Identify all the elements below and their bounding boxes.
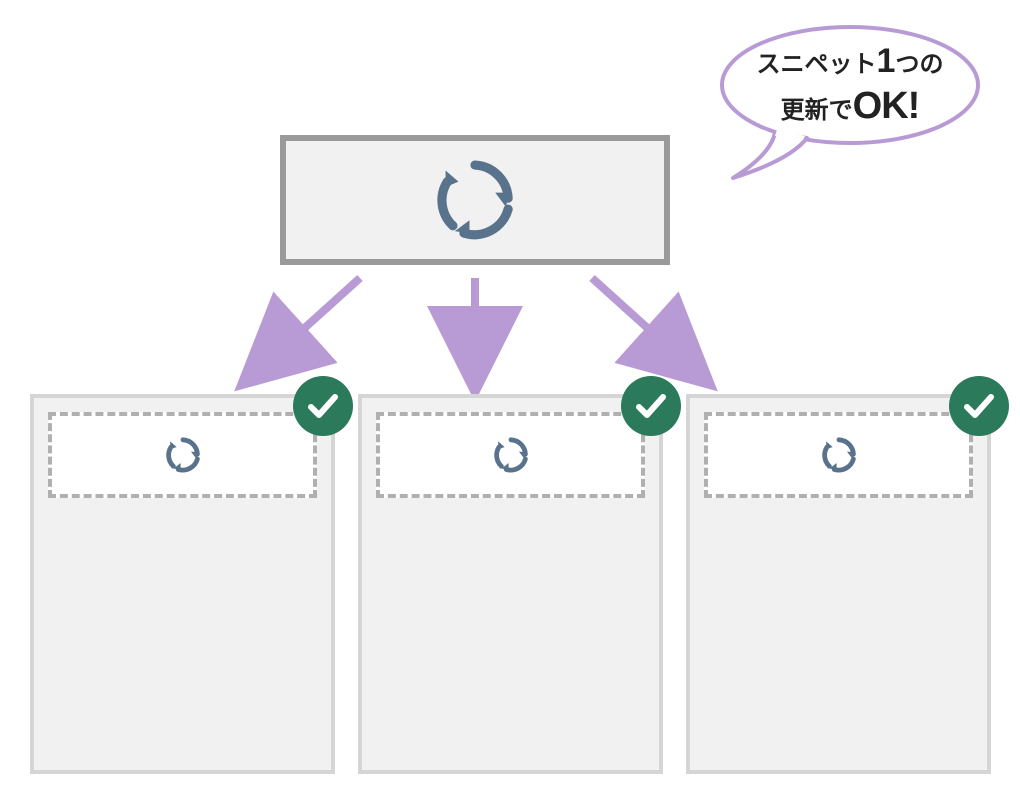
check-icon xyxy=(305,388,341,424)
check-icon xyxy=(961,388,997,424)
recycle-icon xyxy=(163,435,203,475)
child-snippet-region xyxy=(376,412,645,498)
check-badge xyxy=(621,376,681,436)
child-snippet-region xyxy=(704,412,973,498)
child-page xyxy=(686,394,991,774)
child-page xyxy=(358,394,663,774)
child-snippet-region xyxy=(48,412,317,498)
check-icon xyxy=(633,388,669,424)
check-badge xyxy=(293,376,353,436)
recycle-icon xyxy=(491,435,531,475)
arrow-right-icon xyxy=(592,278,694,370)
diagram-canvas: スニペット1つの 更新でOK! xyxy=(0,0,1020,787)
recycle-icon xyxy=(819,435,859,475)
arrow-left-icon xyxy=(258,278,360,370)
child-page xyxy=(30,394,335,774)
check-badge xyxy=(949,376,1009,436)
